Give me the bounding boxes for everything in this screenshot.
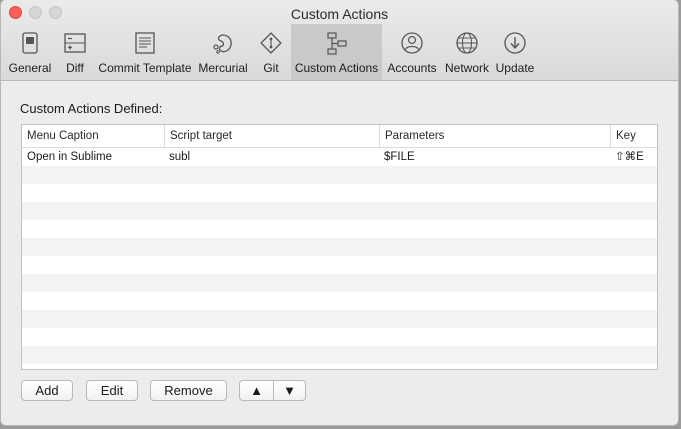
tab-accounts-label: Accounts <box>387 61 437 75</box>
empty-row <box>22 310 657 328</box>
empty-row <box>22 202 657 220</box>
tab-accounts[interactable]: Accounts <box>382 24 442 80</box>
git-icon <box>260 32 282 54</box>
move-segmented-control: ▲ ▼ <box>239 380 306 401</box>
cell-script-target: subl <box>169 151 191 163</box>
empty-row <box>22 220 657 238</box>
tab-update-label: Update <box>495 61 535 75</box>
empty-row <box>22 166 657 184</box>
tab-mercurial-label: Mercurial <box>198 61 248 75</box>
move-down-button[interactable]: ▼ <box>273 381 305 400</box>
add-button[interactable]: Add <box>21 380 73 401</box>
diff-icon <box>64 33 86 53</box>
tab-custom-actions-label: Custom Actions <box>294 61 379 75</box>
network-icon <box>456 32 478 54</box>
general-icon <box>22 32 38 54</box>
section-label: Custom Actions Defined: <box>20 101 163 116</box>
tab-git[interactable]: Git <box>251 24 291 80</box>
column-header-menu-caption[interactable]: Menu Caption <box>22 125 164 147</box>
empty-row <box>22 184 657 202</box>
mercurial-icon <box>213 34 232 54</box>
commit-template-icon <box>135 32 155 54</box>
column-header-parameters[interactable]: Parameters <box>379 125 610 147</box>
tab-git-label: Git <box>263 61 279 75</box>
preferences-window: Custom Actions General Diff Commit Templ… <box>1 0 678 425</box>
cell-key: ⇧⌘E <box>615 151 644 163</box>
tab-mercurial[interactable]: Mercurial <box>195 24 251 80</box>
empty-row <box>22 292 657 310</box>
tab-general[interactable]: General <box>5 24 55 80</box>
edit-button[interactable]: Edit <box>86 380 138 401</box>
cell-menu-caption: Open in Sublime <box>27 151 113 163</box>
empty-row <box>22 328 657 346</box>
empty-row <box>22 256 657 274</box>
custom-actions-table[interactable]: Menu Caption Script target Parameters Ke… <box>21 124 658 370</box>
table-row[interactable]: Open in Sublime subl $FILE ⇧⌘E <box>22 148 657 166</box>
window-title: Custom Actions <box>290 6 389 22</box>
column-header-key[interactable]: Key <box>610 125 657 147</box>
tab-diff-label: Diff <box>66 61 84 75</box>
move-up-button[interactable]: ▲ <box>240 381 274 400</box>
tab-commit-template-label: Commit Template <box>98 61 192 75</box>
update-icon <box>504 32 526 54</box>
cell-parameters: $FILE <box>384 151 415 163</box>
tab-network[interactable]: Network <box>442 24 492 80</box>
tab-commit-template[interactable]: Commit Template <box>95 24 195 80</box>
tab-diff[interactable]: Diff <box>55 24 95 80</box>
empty-row <box>22 274 657 292</box>
empty-row <box>22 346 657 364</box>
accounts-icon <box>401 32 423 54</box>
tab-update[interactable]: Update <box>492 24 538 80</box>
tab-network-label: Network <box>444 61 489 75</box>
title-bar: Custom Actions General Diff Commit Templ… <box>1 0 678 81</box>
custom-actions-icon <box>326 32 347 55</box>
remove-button[interactable]: Remove <box>150 380 227 401</box>
tab-general-label: General <box>8 61 52 75</box>
empty-row <box>22 238 657 256</box>
column-header-script-target[interactable]: Script target <box>164 125 379 147</box>
table-header: Menu Caption Script target Parameters Ke… <box>22 125 657 148</box>
tab-custom-actions[interactable]: Custom Actions <box>291 24 382 80</box>
